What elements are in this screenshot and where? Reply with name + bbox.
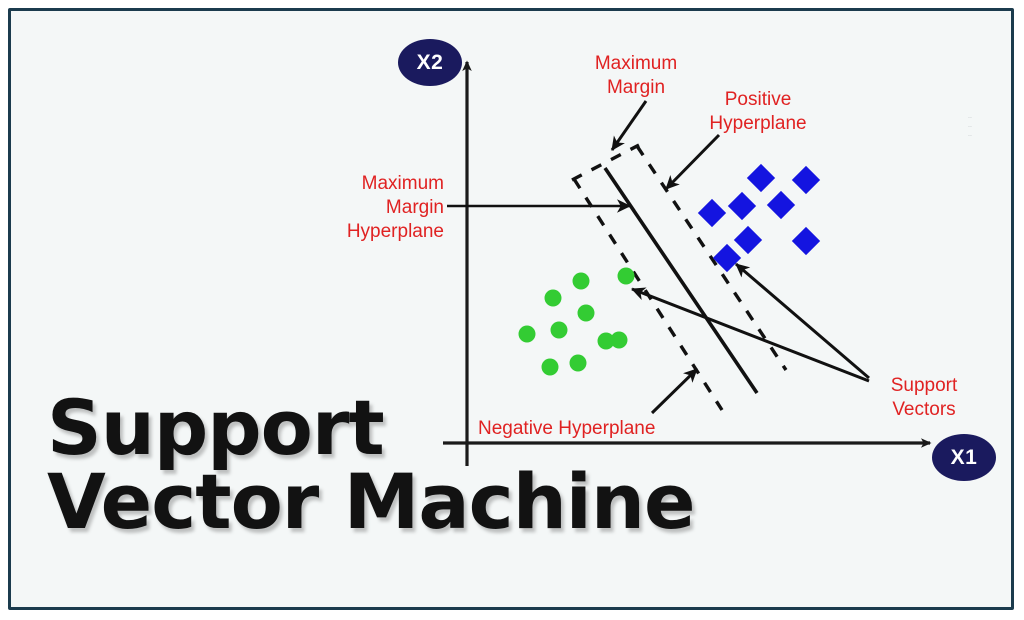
arrow-maximum-margin <box>610 100 648 151</box>
y-axis-label-bubble: X2 <box>398 39 462 86</box>
positive-class-points <box>697 163 821 273</box>
y-axis-label: X2 <box>416 50 444 74</box>
page-title: Support Vector Machine <box>47 383 696 547</box>
x-axis-label-bubble: X1 <box>932 434 996 481</box>
annotation-arrows <box>447 100 870 415</box>
data-point <box>610 331 628 349</box>
data-point <box>572 272 590 290</box>
data-point <box>544 289 562 307</box>
watermark: .. .. .. <box>968 113 972 138</box>
data-point <box>727 191 757 221</box>
data-point <box>550 321 568 339</box>
arrow-support-vector-positive <box>735 262 870 380</box>
margin-band-top <box>571 143 640 182</box>
data-point <box>791 165 821 195</box>
data-point <box>746 163 776 193</box>
data-point <box>577 304 595 322</box>
data-point <box>697 198 727 228</box>
arrow-support-vector-negative <box>631 287 870 383</box>
data-point <box>791 226 821 256</box>
annotation-maximum-margin: Maximum Margin <box>594 53 678 98</box>
negative-class-points <box>518 267 635 376</box>
annotation-support-vectors: Support Vectors <box>890 375 958 420</box>
data-point-support-vector <box>617 267 635 285</box>
data-point <box>569 354 587 372</box>
annotation-positive-hyperplane: Positive Hyperplane <box>709 89 807 134</box>
data-point <box>733 225 763 255</box>
data-point-support-vector <box>712 243 742 273</box>
x-axis-label: X1 <box>950 445 978 469</box>
annotation-maximum-margin-hyperplane: Maximum Margin Hyperplane <box>346 173 444 242</box>
data-point <box>766 190 796 220</box>
figure-canvas: X2 X1 Maximum Margin Positive Hyperplane… <box>0 0 1024 620</box>
data-point <box>541 358 559 376</box>
arrow-positive-hyperplane <box>664 133 721 191</box>
data-point <box>518 325 536 343</box>
